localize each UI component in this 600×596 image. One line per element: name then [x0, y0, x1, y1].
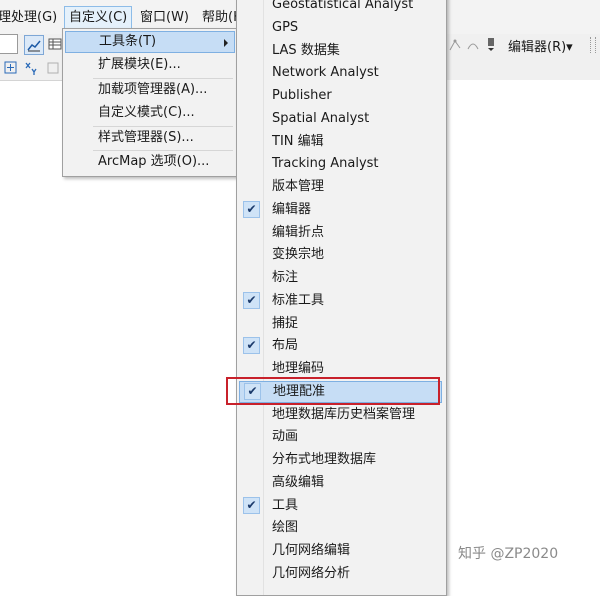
menu-item-arcmap-options[interactable]: ArcMap 选项(O)...: [65, 151, 235, 173]
toolbar-submenu-label: 工具: [272, 497, 299, 513]
toolbar-submenu-label: 几何网络编辑: [272, 543, 351, 558]
toolbar-submenu-label: Geostatistical Analyst: [272, 0, 414, 12]
toolbar-submenu-item[interactable]: 绘图: [239, 517, 442, 539]
toolbar-submenu-item[interactable]: 变换宗地: [239, 244, 442, 266]
toolbar-grip[interactable]: [590, 37, 596, 53]
toolbar-submenu-label: 标准工具: [272, 292, 325, 308]
toolbar-submenu-item[interactable]: 分布式地理数据库: [239, 449, 442, 471]
checkmark-icon: ✔: [243, 291, 260, 309]
toolbar-submenu-item[interactable]: Geostatistical Analyst: [239, 0, 442, 16]
toolbar-submenu-label: 布局: [272, 338, 299, 354]
toolbar-submenu-item[interactable]: Spatial Analyst: [239, 108, 442, 130]
toolbar-submenu-label: 地理数据库历史档案管理: [272, 406, 416, 422]
map-area: [446, 80, 600, 576]
toolbar-submenu-item[interactable]: 版本管理: [239, 176, 442, 198]
customize-menu: 工具条(T) 扩展模块(E)... 加载项管理器(A)... 自定义模式(C).…: [62, 28, 238, 177]
toolbar-submenu-item[interactable]: 几何网络编辑: [239, 540, 442, 562]
chart-icon[interactable]: [24, 35, 44, 55]
toolbar-submenu-label: 捕捉: [272, 315, 299, 331]
toolbar-submenu-label: 编辑折点: [272, 224, 325, 240]
menu-geoprocessing[interactable]: 理处理(G): [0, 7, 61, 29]
toolbar-submenu-item[interactable]: 编辑折点: [239, 222, 442, 244]
toolbar-submenu-label: Tracking Analyst: [272, 156, 379, 172]
toolbar-combo[interactable]: [0, 34, 18, 54]
watermark: 知乎 @ZP2020: [458, 546, 559, 562]
toolbar-submenu-label: Publisher: [272, 88, 332, 103]
toolbar-submenu-item[interactable]: GPS: [239, 17, 442, 39]
toolbar-submenu-label: Spatial Analyst: [272, 110, 370, 126]
toolbar-submenu-label: 分布式地理数据库: [272, 452, 377, 467]
toolbar-submenu-item[interactable]: ✔ 布局: [239, 335, 442, 357]
toolbar-submenu-item[interactable]: Publisher: [239, 85, 442, 107]
toolbar-submenu-label: 标注: [272, 270, 299, 285]
toolbar-submenu-label: 绘图: [272, 520, 299, 536]
toolbar-submenu-item[interactable]: 捕捉: [239, 313, 442, 335]
reshape-tool-icon[interactable]: [464, 36, 482, 54]
checkmark-icon: ✔: [243, 496, 260, 514]
toolbar-submenu-label: 动画: [272, 429, 299, 445]
menu-item-addin-manager[interactable]: 加载项管理器(A)...: [65, 79, 235, 101]
submenu-arrow-icon: [224, 39, 228, 47]
xy-icon[interactable]: [22, 59, 40, 77]
toolbar-submenu-item[interactable]: Network Analyst: [239, 62, 442, 84]
vertex-tool-icon[interactable]: [446, 36, 464, 54]
toolbar-submenu-item[interactable]: ✔ 工具: [239, 495, 442, 517]
toolbar-submenu-label: 高级编辑: [272, 474, 325, 490]
toolbar-submenu-label: 编辑器: [272, 201, 312, 217]
toolbar-submenu-item[interactable]: 高级编辑: [239, 472, 442, 494]
toolbar-submenu-item[interactable]: 动画: [239, 426, 442, 448]
toolbar-submenu-label: 地理编码: [272, 361, 325, 376]
toolbar-submenu-item[interactable]: Tracking Analyst: [239, 153, 442, 175]
toolbar-submenu-label: 几何网络分析: [272, 565, 351, 581]
annotation-highlight-box: [226, 377, 440, 405]
toolbar-submenu-item[interactable]: TIN 编辑: [239, 131, 442, 153]
menu-customize[interactable]: 自定义(C): [64, 6, 133, 30]
menu-item-toolbars[interactable]: 工具条(T): [65, 31, 235, 53]
toolbar-submenu-label: LAS 数据集: [272, 42, 340, 58]
toolbar-submenu-item[interactable]: ✔ 标准工具: [239, 290, 442, 312]
menu-item-customize-mode[interactable]: 自定义模式(C)...: [65, 102, 235, 124]
toolbars-submenu: Geostatistical Analyst GPS LAS 数据集 Network …: [236, 0, 447, 596]
editor-menu-button[interactable]: 编辑器(R)▾: [508, 36, 573, 55]
menu-item-label: 工具条(T): [99, 34, 157, 49]
dropdown-arrow-icon[interactable]: [482, 36, 500, 54]
menu-item-style-manager[interactable]: 样式管理器(S)...: [65, 127, 235, 149]
identify-icon[interactable]: [44, 59, 62, 77]
menu-item-extensions[interactable]: 扩展模块(E)...: [65, 54, 235, 76]
toolbar-submenu-label: Network Analyst: [272, 65, 379, 81]
menu-window[interactable]: 窗口(W): [136, 7, 193, 29]
toolbar-submenu-label: 变换宗地: [272, 247, 325, 263]
toolbar-submenu-item[interactable]: LAS 数据集: [239, 40, 442, 62]
checkmark-icon: ✔: [243, 337, 260, 355]
checkmark-icon: ✔: [243, 200, 260, 218]
toolbar-submenu-item[interactable]: 标注: [239, 267, 442, 289]
toolbar-submenu-label: TIN 编辑: [272, 133, 324, 149]
add-xy-icon[interactable]: [2, 59, 20, 77]
toolbar-submenu-label: 版本管理: [272, 179, 325, 194]
toolbar-submenu-item[interactable]: ✔ 编辑器: [239, 199, 442, 221]
toolbar-submenu-label: GPS: [272, 19, 299, 35]
toolbar-submenu-item[interactable]: 几何网络分析: [239, 563, 442, 585]
toolbar-submenu-item[interactable]: 地理数据库历史档案管理: [239, 404, 442, 426]
